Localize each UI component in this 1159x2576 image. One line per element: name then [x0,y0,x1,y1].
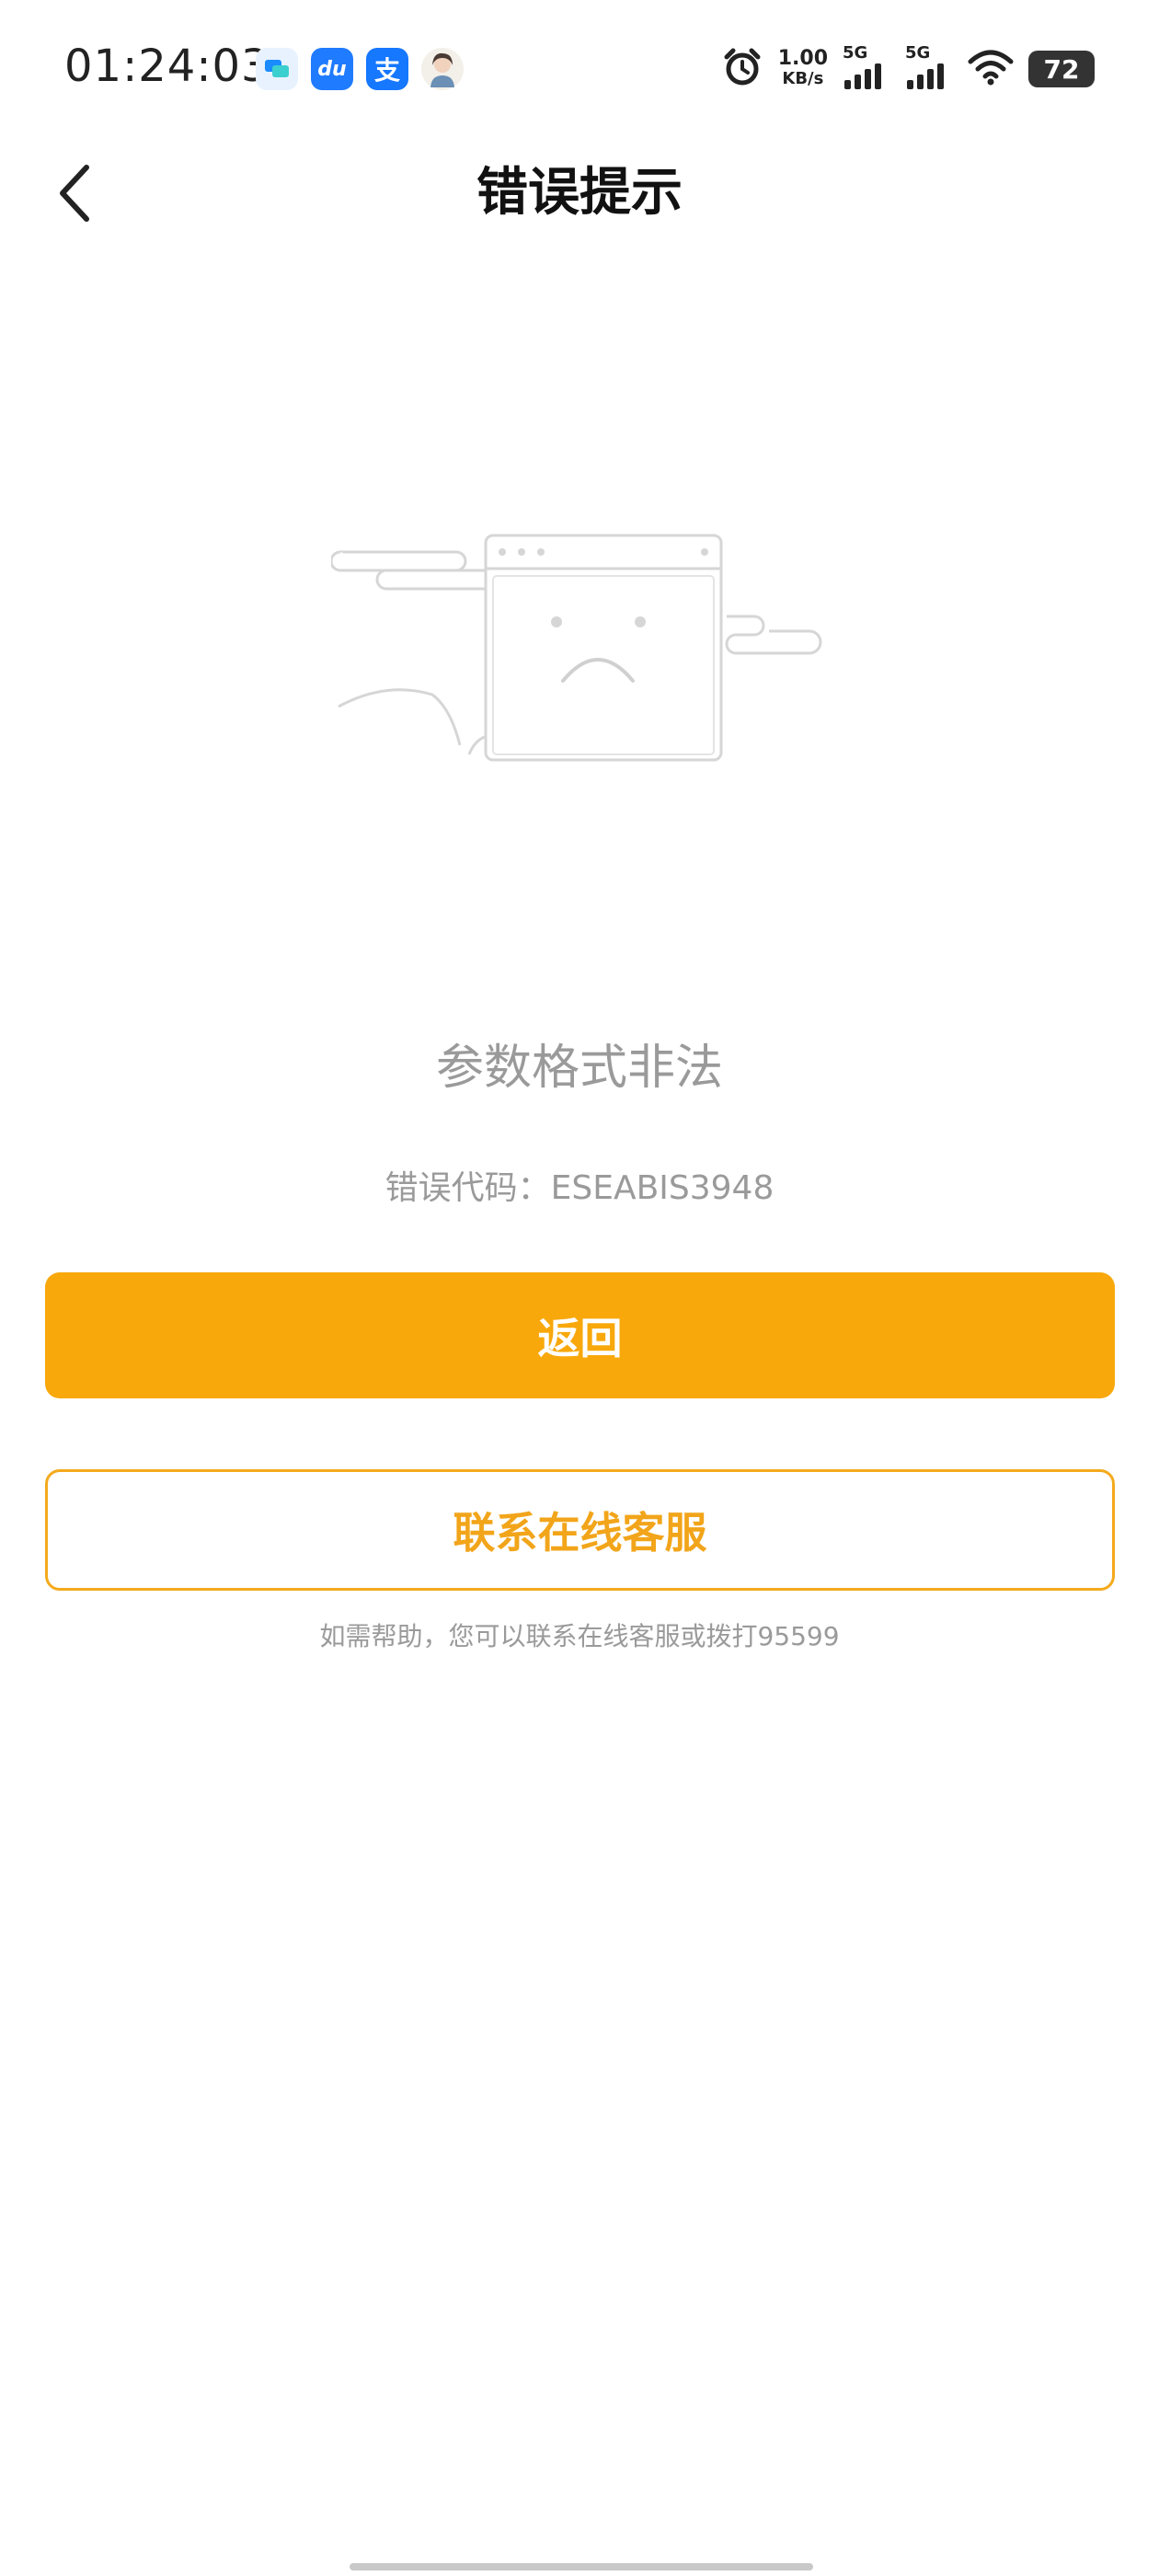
signal-2-icon: 5G [905,43,953,91]
chat-app-icon [256,48,298,90]
du-app-icon: du [311,48,353,90]
alarm-icon [721,46,763,92]
contact-service-button[interactable]: 联系在线客服 [45,1469,1115,1591]
sad-window-icon [329,534,822,762]
net-speed: 1.00 KB/s [777,47,828,89]
status-time: 01:24:03 [64,40,270,92]
notification-icons: du 支 [256,48,464,90]
system-icons: 1.00 KB/s 5G 5G 72 [721,43,1104,92]
error-code: 错误代码：ESEABIS3948 [384,1169,775,1207]
avatar-icon [421,48,464,90]
alipay-icon: 支 [366,48,408,90]
signal-1-icon: 5G [843,43,890,91]
error-illustration [329,524,828,773]
nav-bar: 错误提示 [0,138,1159,248]
return-button[interactable]: 返回 [45,1272,1115,1398]
wifi-icon [968,49,1014,89]
page-title: 错误提示 [476,163,683,223]
help-text: 如需帮助，您可以联系在线客服或拨打95599 [319,1621,840,1651]
status-bar: 01:24:03 du 支 1.00 KB/s 5G 5G 72 [0,0,1159,138]
battery-indicator: 72 [1028,51,1104,87]
error-message: 参数格式非法 [435,1041,723,1096]
home-indicator[interactable] [350,2563,813,2570]
